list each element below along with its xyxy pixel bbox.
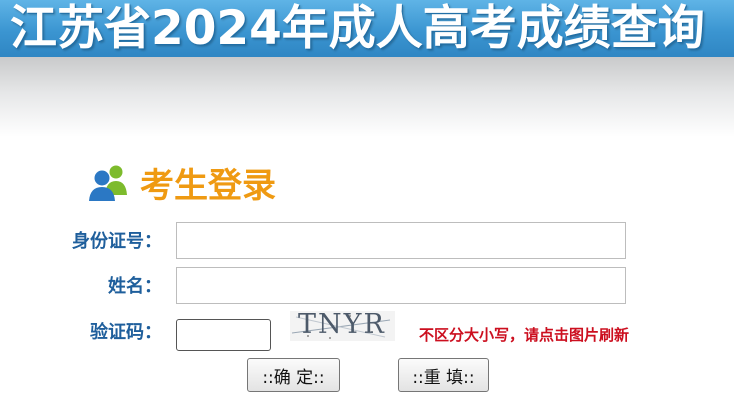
name-input[interactable] [176, 267, 626, 304]
users-icon [89, 165, 127, 201]
name-label: 姓名： [108, 276, 162, 297]
captcha-label: 验证码： [90, 322, 162, 343]
captcha-image[interactable]: TNYR [290, 311, 395, 341]
submit-button[interactable]: ::确 定:: [247, 358, 340, 392]
id-number-input[interactable] [176, 222, 626, 259]
reset-button[interactable]: ::重 填:: [398, 358, 489, 392]
header-banner: 江苏省2024年成人高考成绩查询 [0, 0, 734, 57]
page-title: 江苏省2024年成人高考成绩查询 [10, 1, 705, 56]
captcha-hint: 不区分大小写，请点击图片刷新 [419, 326, 630, 344]
id-number-label: 身份证号： [72, 231, 162, 252]
captcha-code: TNYR [298, 311, 386, 340]
captcha-input[interactable] [176, 319, 271, 351]
login-heading: 考生登录 [140, 166, 276, 206]
header-gradient-band [0, 57, 734, 137]
